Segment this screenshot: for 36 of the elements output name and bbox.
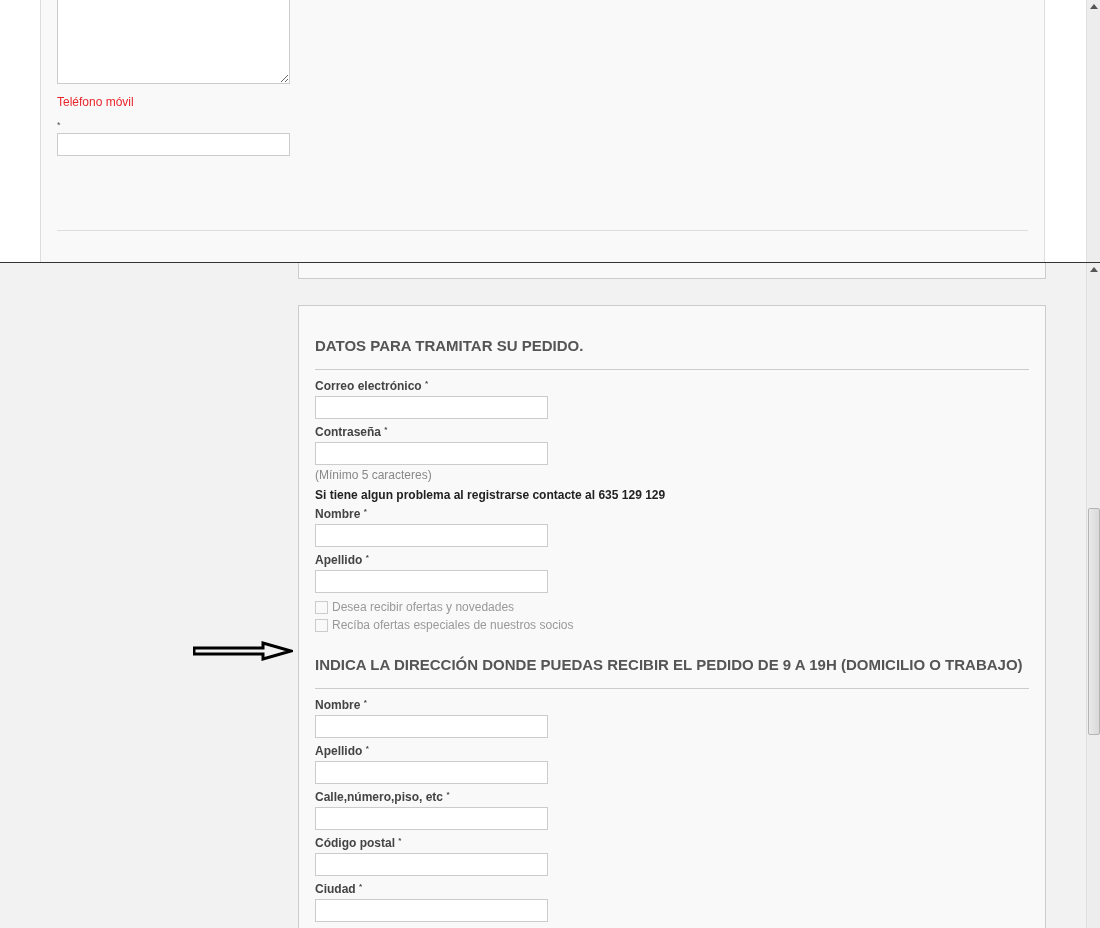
field-label: Apellido $^{*}$ <box>315 554 370 567</box>
field-label: Ciudad $^{*}$ <box>315 883 364 896</box>
checkbox-label: Desea recibir ofertas y novedades <box>332 600 515 614</box>
scroll-thumb[interactable] <box>1088 508 1100 735</box>
field-label: Nombre $^{*}$ <box>315 508 368 521</box>
field-label: Contraseña $^{*}$ <box>315 426 389 439</box>
scrollbar[interactable] <box>1086 0 1100 262</box>
required-mark: * <box>57 119 62 132</box>
input-field[interactable] <box>315 853 548 876</box>
scroll-up-icon[interactable] <box>1090 4 1098 9</box>
text-area[interactable] <box>57 0 290 84</box>
section-title: DATOS PARA TRAMITAR SU PEDIDO. <box>315 337 585 355</box>
field-label: Teléfono móvil <box>57 94 135 111</box>
input-field[interactable] <box>315 442 548 465</box>
field-label: Código postal $^{*}$ <box>315 837 403 850</box>
scrollbar[interactable] <box>1086 263 1100 928</box>
input-field[interactable] <box>315 807 548 830</box>
checkbox-label: Recíba ofertas especiales de nuestros socios <box>332 618 574 632</box>
input-field[interactable] <box>315 715 548 738</box>
input-field[interactable] <box>315 396 548 419</box>
input-field[interactable] <box>315 570 548 593</box>
arrow-icon <box>193 641 293 661</box>
field-label: Apellido $^{*}$ <box>315 745 370 758</box>
input-field[interactable] <box>57 132 290 156</box>
hint-text: (Mínimo 5 caracteres) <box>315 468 433 482</box>
notice-text: Si tiene algun problema al registrarse contacte al 635 129 129 <box>315 488 667 502</box>
field-label: Correo electrónico $^{*}$ <box>315 380 430 393</box>
field-label: Calle,número,piso, etc $^{*}$ <box>315 791 451 804</box>
field-label: Nombre $^{*}$ <box>315 699 368 712</box>
input-field[interactable] <box>315 524 548 547</box>
input-field[interactable] <box>315 761 548 784</box>
checkbox[interactable] <box>315 600 328 614</box>
scroll-up-icon[interactable] <box>1090 267 1098 272</box>
input-field[interactable] <box>315 899 548 922</box>
checkbox[interactable] <box>315 618 328 632</box>
section-title: INDICA LA DIRECCIÓN DONDE PUEDAS RECIBIR EL PEDIDO DE 9 A 19H (DOMICILIO O TRABAJO) <box>315 656 1024 674</box>
